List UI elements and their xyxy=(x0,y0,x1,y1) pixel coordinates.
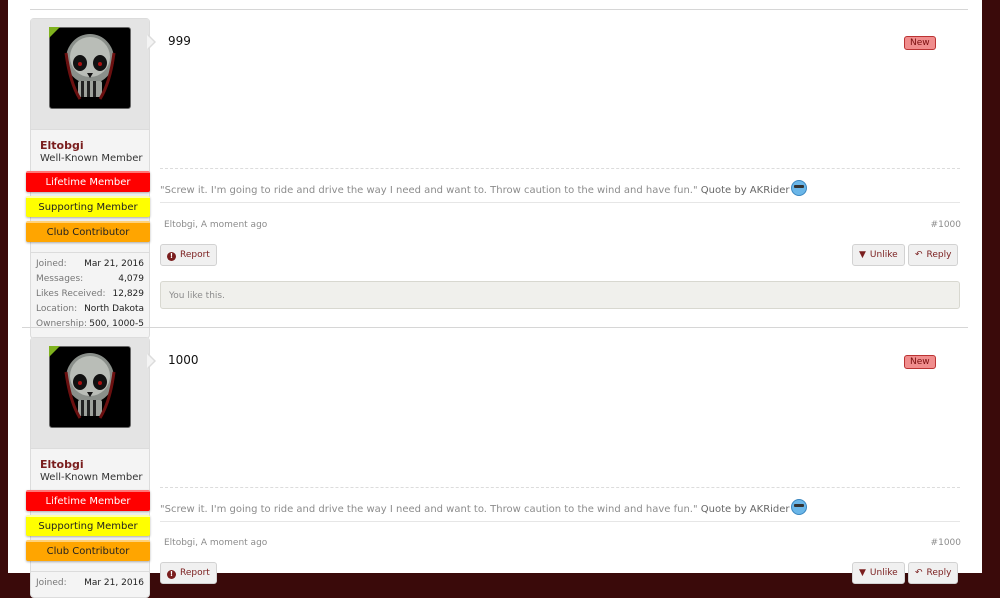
signature-quote: "Screw it. I'm going to ride and drive t… xyxy=(160,504,698,515)
username[interactable]: Eltobgi xyxy=(31,449,149,471)
signature-bottom-divider xyxy=(160,202,960,203)
stat-messages: Messages: 4,079 xyxy=(36,274,144,284)
skull-avatar-icon xyxy=(64,353,116,419)
supporting-member-banner: Supporting Member xyxy=(26,515,150,536)
report-button[interactable]: ! Report xyxy=(160,244,217,266)
unlike-button[interactable]: ▼ Unlike xyxy=(852,562,905,584)
report-icon: ! xyxy=(167,252,176,261)
online-indicator xyxy=(49,27,60,38)
message-pointer xyxy=(147,353,156,369)
stat-ownership: Ownership: 500, 1000-5 xyxy=(36,319,144,329)
online-indicator xyxy=(49,346,60,357)
report-icon: ! xyxy=(167,570,176,579)
reply-arrow-icon: ↶ xyxy=(915,568,923,578)
user-info-panel: Eltobgi Well-Known Member Lifetime Membe… xyxy=(26,337,150,598)
post-author-meta[interactable]: Eltobgi, A moment ago xyxy=(164,220,267,230)
reply-arrow-icon: ↶ xyxy=(915,250,923,260)
post-divider xyxy=(22,327,968,328)
stat-location: Location: North Dakota xyxy=(36,304,144,314)
user-title: Well-Known Member xyxy=(40,153,143,164)
user-info-panel: Eltobgi Well-Known Member Lifetime Membe… xyxy=(26,18,150,339)
signature: "Screw it. I'm going to ride and drive t… xyxy=(160,499,807,515)
new-badge: New xyxy=(904,36,936,50)
signature-quote: "Screw it. I'm going to ride and drive t… xyxy=(160,185,698,196)
avatar-container xyxy=(31,338,149,449)
club-contributor-banner: Club Contributor xyxy=(26,221,150,242)
avatar[interactable] xyxy=(49,27,131,109)
signature: "Screw it. I'm going to ride and drive t… xyxy=(160,180,807,196)
lifetime-member-banner: Lifetime Member xyxy=(26,171,150,192)
unlike-button[interactable]: ▼ Unlike xyxy=(852,244,905,266)
supporting-member-banner: Supporting Member xyxy=(26,196,150,217)
message-body: 1000 xyxy=(168,353,199,367)
lifetime-member-banner: Lifetime Member xyxy=(26,490,150,511)
post-number-link[interactable]: #1000 xyxy=(931,220,961,230)
top-divider xyxy=(30,9,968,10)
signature-attribution: Quote by AKRider xyxy=(700,185,790,196)
user-stats: Joined: Mar 21, 2016 xyxy=(31,571,149,597)
user-stats: Joined: Mar 21, 2016 Messages: 4,079 Likes… xyxy=(31,252,149,338)
thumbs-down-icon: ▼ xyxy=(859,568,866,578)
signature-divider xyxy=(160,168,960,169)
forum-page: Eltobgi Well-Known Member Lifetime Membe… xyxy=(8,0,982,598)
username[interactable]: Eltobgi xyxy=(31,130,149,152)
avatar-container xyxy=(31,19,149,130)
club-contributor-banner: Club Contributor xyxy=(26,540,150,561)
reply-button[interactable]: ↶ Reply xyxy=(908,244,959,266)
post-number-link[interactable]: #1000 xyxy=(931,538,961,548)
stat-joined: Joined: Mar 21, 2016 xyxy=(36,259,144,269)
reply-button[interactable]: ↶ Reply xyxy=(908,562,959,584)
post-author-meta[interactable]: Eltobgi, A moment ago xyxy=(164,538,267,548)
user-title: Well-Known Member xyxy=(40,472,143,483)
new-badge: New xyxy=(904,355,936,369)
stat-joined: Joined: Mar 21, 2016 xyxy=(36,578,144,588)
report-button[interactable]: ! Report xyxy=(160,562,217,584)
signature-divider xyxy=(160,487,960,488)
signature-attribution: Quote by AKRider xyxy=(700,504,790,515)
cool-smiley-icon xyxy=(790,499,807,515)
avatar[interactable] xyxy=(49,346,131,428)
likes-summary: You like this. xyxy=(160,281,960,309)
message-pointer xyxy=(147,34,156,50)
cool-smiley-icon xyxy=(790,180,807,196)
message-body: 999 xyxy=(168,34,191,48)
stat-likes-received: Likes Received: 12,829 xyxy=(36,289,144,299)
skull-avatar-icon xyxy=(64,34,116,100)
signature-bottom-divider xyxy=(160,521,960,522)
thumbs-down-icon: ▼ xyxy=(859,250,866,260)
